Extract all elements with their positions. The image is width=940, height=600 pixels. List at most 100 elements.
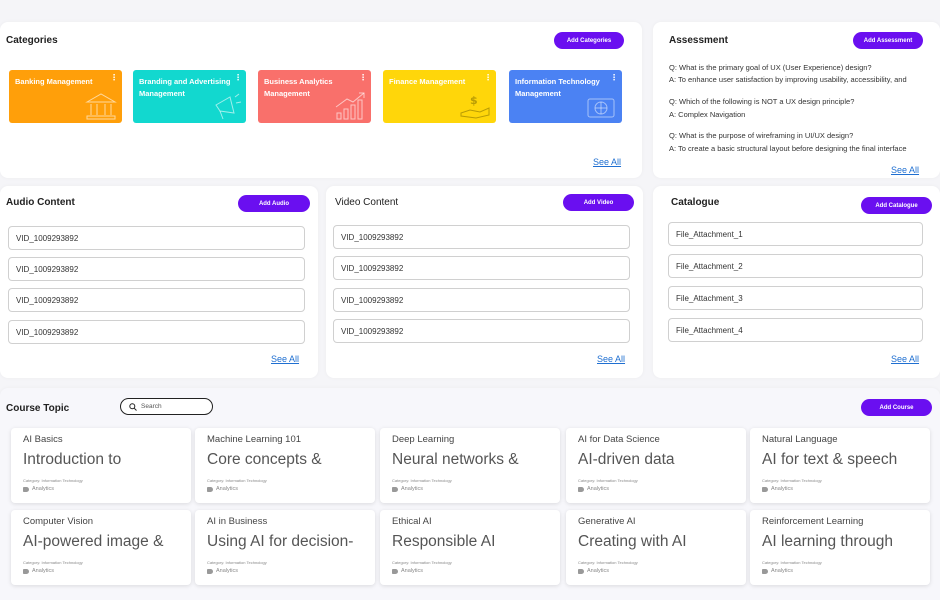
course-search-box[interactable]: Search (120, 398, 213, 415)
course-description: AI-driven data (578, 451, 675, 468)
search-icon (129, 402, 137, 411)
add-assessment-button[interactable]: Add Assessment (853, 32, 923, 49)
course-description: Introduction to (23, 451, 122, 468)
audio-content-panel (0, 186, 318, 378)
category-label: Banking Management (15, 77, 93, 86)
add-audio-button[interactable]: Add Audio (238, 195, 310, 212)
course-category: Category: Information Technology (392, 560, 452, 565)
course-card[interactable]: Deep Learning Neural networks & Category: … (380, 428, 560, 503)
category-label: Business Analytics Management (264, 77, 333, 98)
category-card-branding[interactable]: Branding and Advertising Management ⋮ (133, 70, 246, 123)
catalogue-see-all-link[interactable]: See All (891, 354, 919, 364)
assessment-see-all-link[interactable]: See All (891, 165, 919, 175)
add-catalogue-button[interactable]: Add Catalogue (861, 197, 932, 214)
course-card[interactable]: AI for Data Science AI-driven data Categor… (566, 428, 746, 503)
more-options-icon[interactable]: ⋮ (484, 72, 492, 84)
course-topic-title: Course Topic (6, 403, 70, 414)
course-category: Category: Information Technology (762, 560, 822, 565)
tag-icon (578, 486, 584, 492)
megaphone-icon (215, 93, 242, 120)
assessment-answer: A: Complex Navigation (669, 110, 746, 119)
assessment-question: Q: What is the purpose of wireframing in… (669, 131, 854, 140)
catalogue-item[interactable]: File_Attachment_1 (668, 222, 923, 246)
course-tag-label: Analytics (216, 568, 239, 574)
catalogue-title: Catalogue (671, 197, 720, 208)
audio-item[interactable]: VID_1009293892 (8, 226, 305, 250)
course-tag-label: Analytics (587, 486, 610, 492)
more-options-icon[interactable]: ⋮ (234, 72, 242, 84)
add-course-button[interactable]: Add Course (861, 399, 932, 416)
more-options-icon[interactable]: ⋮ (610, 72, 618, 84)
more-options-icon[interactable]: ⋮ (359, 72, 367, 84)
course-tag-label: Analytics (32, 486, 55, 492)
course-category: Category: Information Technology (578, 478, 638, 483)
course-tag-label: Analytics (771, 568, 794, 574)
course-card[interactable]: Generative AI Creating with AI Category: I… (566, 510, 746, 585)
course-category: Category: Information Technology (762, 478, 822, 483)
tag-icon (23, 568, 29, 574)
svg-text:$: $ (470, 94, 478, 107)
course-title: AI for Data Science (578, 434, 660, 445)
video-item[interactable]: VID_1009293892 (333, 225, 630, 249)
video-item[interactable]: VID_1009293892 (333, 256, 630, 280)
course-card[interactable]: AI Basics Introduction to Category: Inform… (11, 428, 191, 503)
course-title: AI Basics (23, 434, 63, 445)
course-title: Reinforcement Learning (762, 516, 864, 527)
categories-see-all-link[interactable]: See All (593, 157, 621, 167)
course-tag: Analytics (578, 486, 734, 492)
catalogue-item[interactable]: File_Attachment_3 (668, 286, 923, 310)
course-tag: Analytics (762, 568, 918, 574)
course-description: AI learning through (762, 533, 893, 550)
add-categories-button[interactable]: Add Categories (554, 32, 624, 49)
audio-item[interactable]: VID_1009293892 (8, 288, 305, 312)
category-card-information-technology[interactable]: Information Technology Management ⋮ (509, 70, 622, 123)
course-title: Computer Vision (23, 516, 94, 527)
course-category: Category: Information Technology (207, 560, 267, 565)
course-card[interactable]: Computer Vision AI-powered image & Categor… (11, 510, 191, 585)
add-video-button[interactable]: Add Video (563, 194, 634, 211)
tag-icon (392, 568, 398, 574)
course-tag-label: Analytics (587, 568, 610, 574)
money-hand-icon: $ (460, 94, 490, 119)
assessment-answer: A: To create a basic structural layout b… (669, 144, 907, 153)
course-title: AI in Business (207, 516, 268, 527)
video-content-panel (326, 186, 643, 378)
audio-see-all-link[interactable]: See All (271, 354, 299, 364)
course-tag: Analytics (207, 568, 363, 574)
catalogue-panel (653, 186, 940, 378)
course-title: Machine Learning 101 (207, 434, 302, 445)
course-tag: Analytics (392, 486, 548, 492)
tech-globe-icon (587, 98, 615, 118)
tag-icon (578, 568, 584, 574)
category-card-business-analytics[interactable]: Business Analytics Management ⋮ (258, 70, 371, 123)
course-title: Generative AI (578, 516, 636, 527)
video-item[interactable]: VID_1009293892 (333, 319, 630, 343)
course-card[interactable]: Machine Learning 101 Core concepts & Categ… (195, 428, 375, 503)
tag-icon (762, 486, 768, 492)
audio-item[interactable]: VID_1009293892 (8, 257, 305, 281)
course-tag-label: Analytics (216, 486, 239, 492)
course-card[interactable]: Reinforcement Learning AI learning throug… (750, 510, 930, 585)
course-tag: Analytics (207, 486, 363, 492)
catalogue-item[interactable]: File_Attachment_2 (668, 254, 923, 278)
category-card-banking[interactable]: Banking Management ⋮ (9, 70, 122, 123)
course-tag: Analytics (578, 568, 734, 574)
course-description: AI for text & speech (762, 451, 898, 468)
audio-item[interactable]: VID_1009293892 (8, 320, 305, 344)
video-item[interactable]: VID_1009293892 (333, 288, 630, 312)
course-category: Category: Information Technology (578, 560, 638, 565)
course-category: Category: Information Technology (23, 478, 83, 483)
course-description: AI-powered image & (23, 533, 164, 550)
growth-chart-icon (335, 92, 365, 120)
catalogue-item[interactable]: File_Attachment_4 (668, 318, 923, 342)
course-category: Category: Information Technology (23, 560, 83, 565)
audio-content-title: Audio Content (6, 197, 75, 208)
course-card[interactable]: Ethical AI Responsible AI Category: Inform… (380, 510, 560, 585)
more-options-icon[interactable]: ⋮ (110, 72, 118, 84)
search-input[interactable]: Search (141, 403, 162, 410)
category-card-finance[interactable]: Finance Management ⋮ $ (383, 70, 496, 123)
course-card[interactable]: AI in Business Using AI for decision- Cate… (195, 510, 375, 585)
category-label: Finance Management (389, 77, 466, 86)
video-see-all-link[interactable]: See All (597, 354, 625, 364)
course-card[interactable]: Natural Language AI for text & speech Cate… (750, 428, 930, 503)
